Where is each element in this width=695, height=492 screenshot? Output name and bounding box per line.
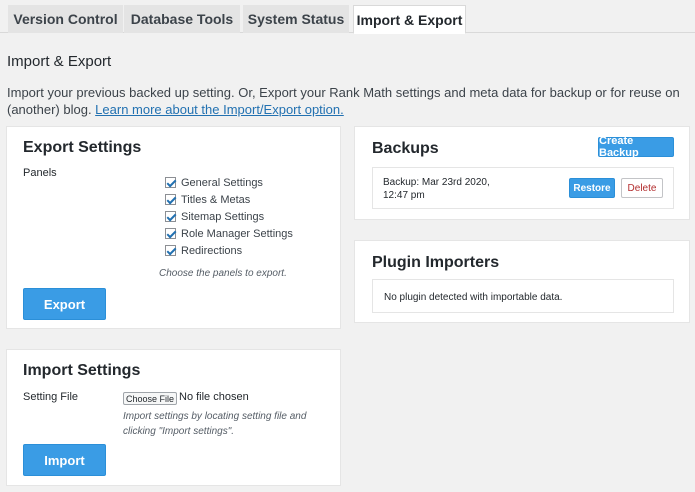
setting-file-label: Setting File (23, 391, 79, 403)
import-settings-title: Import Settings (23, 362, 141, 379)
importers-message-box: No plugin detected with importable data. (372, 279, 674, 313)
tab-system-status[interactable]: System Status (243, 5, 349, 33)
importers-message: No plugin detected with importable data. (384, 292, 563, 303)
create-backup-button[interactable]: Create Backup (598, 135, 674, 159)
tab-import-export[interactable]: Import & Export (353, 5, 466, 34)
import-button[interactable]: Import (23, 444, 106, 476)
import-hint-line2: clicking "Import settings". (123, 426, 235, 437)
checkbox-checked-icon[interactable] (165, 228, 176, 239)
option-label: General Settings (181, 176, 263, 189)
import-hint-line1: Import settings by locating setting file… (123, 411, 307, 422)
option-label: Sitemap Settings (181, 210, 265, 223)
restore-button[interactable]: Restore (569, 178, 615, 198)
export-settings-title: Export Settings (23, 139, 142, 156)
option-general-settings[interactable]: General Settings (165, 174, 263, 191)
option-sitemap-settings[interactable]: Sitemap Settings (165, 208, 264, 225)
export-settings-card: Export Settings Panels General Settings … (6, 126, 341, 329)
page-title: Import & Export (7, 53, 112, 70)
export-hint: Choose the panels to export. (159, 268, 287, 279)
panels-label: Panels (23, 167, 57, 179)
delete-button[interactable]: Delete (621, 178, 663, 198)
backup-date: Backup: Mar 23rd 2020, (383, 177, 490, 188)
backup-time: 12:47 pm (383, 190, 425, 201)
option-label: Role Manager Settings (181, 227, 293, 240)
checkbox-checked-icon[interactable] (165, 211, 176, 222)
backups-card: Backups Create Backup Backup: Mar 23rd 2… (354, 126, 690, 220)
option-label: Redirections (181, 244, 243, 257)
option-role-manager-settings[interactable]: Role Manager Settings (165, 225, 293, 242)
tab-database-tools[interactable]: Database Tools (124, 5, 240, 33)
no-file-text: No file chosen (179, 391, 249, 403)
plugin-importers-title: Plugin Importers (372, 254, 500, 271)
tab-bar: Version Control Database Tools System St… (0, 0, 695, 34)
backups-title: Backups (372, 140, 439, 157)
import-settings-card: Import Settings Setting File Choose File… (6, 349, 341, 486)
checkbox-checked-icon[interactable] (165, 194, 176, 205)
option-redirections[interactable]: Redirections (165, 242, 242, 259)
choose-file-button[interactable]: Choose File (123, 392, 177, 405)
checkbox-checked-icon[interactable] (165, 177, 176, 188)
learn-more-link[interactable]: Learn more about the Import/Export optio… (95, 102, 344, 117)
plugin-importers-card: Plugin Importers No plugin detected with… (354, 240, 690, 323)
checkbox-checked-icon[interactable] (165, 245, 176, 256)
backup-entry: Backup: Mar 23rd 2020, 12:47 pm Restore … (372, 167, 674, 209)
option-titles-metas[interactable]: Titles & Metas (165, 191, 250, 208)
export-button[interactable]: Export (23, 288, 106, 320)
tab-version-control[interactable]: Version Control (8, 5, 123, 33)
intro-text: Import your previous backed up setting. … (7, 84, 691, 118)
option-label: Titles & Metas (181, 193, 251, 206)
